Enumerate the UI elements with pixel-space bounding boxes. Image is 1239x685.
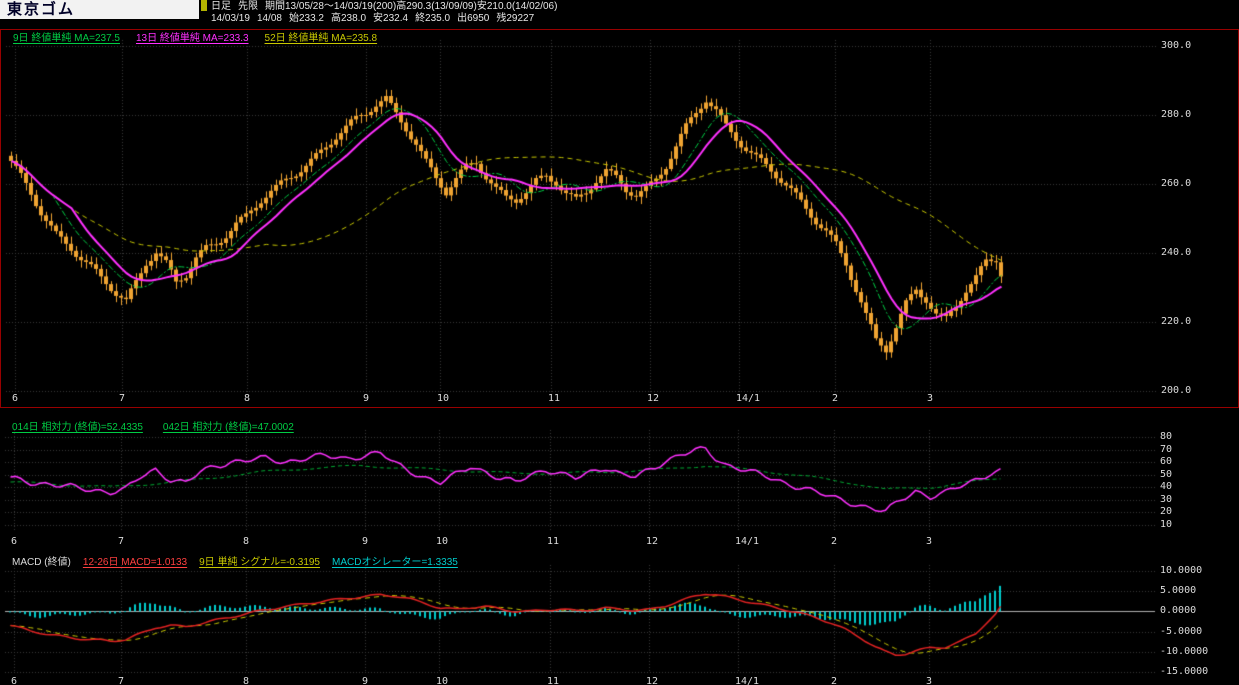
- quote-time: 14/08: [256, 13, 282, 24]
- price-y-tick-label: 280.0: [1161, 109, 1192, 120]
- quote-high: 高238.0: [331, 13, 367, 24]
- rsi-y-tick-label: 70: [1160, 443, 1173, 455]
- price-x-tick-label: 11: [548, 393, 561, 404]
- cursor-marker-icon: [201, 0, 207, 11]
- quote-volume: 出6950: [457, 13, 490, 24]
- macd-y-tick-label: 5.0000: [1160, 585, 1197, 597]
- macd-x-tick-label: 8: [243, 676, 250, 685]
- rsi-x-tick-label: 7: [118, 536, 125, 547]
- macd-value-legend-item[interactable]: 12-26日 MACD=1.0133: [83, 557, 187, 569]
- header-bar: 東京ゴム 日足 先限 期間13/05/28～14/03/19(200)高290.3(…: [0, 0, 1239, 29]
- macd-x-tick-label: 10: [436, 676, 449, 685]
- quote-close: 終235.0: [415, 13, 451, 24]
- period-info-line: 日足 先限 期間13/05/28～14/03/19(200)高290.3(13/09…: [211, 1, 557, 13]
- rsi-42-legend-item[interactable]: 042日 相対力 (終値)=47.0002: [163, 422, 294, 434]
- timeframe-label: 日足: [211, 1, 231, 12]
- rsi-x-tick-label: 12: [646, 536, 659, 547]
- macd-x-tick-label: 9: [362, 676, 369, 685]
- macd-chart-canvas[interactable]: [0, 552, 1239, 685]
- quote-low: 安232.4: [373, 13, 409, 24]
- price-y-tick-label: 300.0: [1161, 40, 1192, 51]
- chart-info-block: 日足 先限 期間13/05/28～14/03/19(200)高290.3(13/09…: [211, 1, 557, 25]
- macd-oscillator-legend-item[interactable]: MACDオシレーター=1.3335: [332, 557, 458, 569]
- price-x-tick-label: 7: [119, 393, 126, 404]
- macd-x-tick-label: 12: [646, 676, 659, 685]
- macd-y-tick-label: -5.0000: [1160, 625, 1203, 637]
- macd-y-tick-label: 0.0000: [1160, 605, 1197, 617]
- price-x-tick-label: 12: [647, 393, 660, 404]
- rsi-y-tick-label: 80: [1160, 431, 1173, 442]
- ma-9-legend-item[interactable]: 9日 終値単純 MA=237.5: [13, 33, 120, 45]
- trading-chart-window: 東京ゴム 日足 先限 期間13/05/28～14/03/19(200)高290.3(…: [0, 0, 1239, 685]
- macd-x-tick-label: 14/1: [735, 676, 760, 685]
- macd-chart-panel: MACD (終値) 12-26日 MACD=1.0133 9日 単純 シグナル=…: [0, 552, 1239, 685]
- macd-x-tick-label: 3: [926, 676, 933, 685]
- rsi-x-tick-label: 10: [436, 536, 449, 547]
- price-y-tick-label: 260.0: [1161, 178, 1192, 189]
- ma-13-legend-item[interactable]: 13日 終値単純 MA=233.3: [136, 33, 249, 45]
- price-x-tick-label: 14/1: [736, 393, 761, 404]
- price-y-tick-label: 200.0: [1161, 385, 1192, 396]
- quote-open-interest: 残29227: [496, 13, 535, 24]
- rsi-y-tick-label: 40: [1160, 481, 1173, 492]
- rsi-x-tick-label: 3: [926, 536, 933, 547]
- macd-x-tick-label: 6: [11, 676, 18, 685]
- rsi-x-tick-label: 11: [547, 536, 560, 547]
- price-x-tick-label: 9: [363, 393, 370, 404]
- period-high: 高290.3(13/09/09): [396, 1, 477, 12]
- ma-52-legend-item[interactable]: 52日 終値単純 MA=235.8: [265, 33, 378, 45]
- macd-legend: MACD (終値) 12-26日 MACD=1.0133 9日 単純 シグナル=…: [12, 557, 458, 569]
- price-x-tick-label: 6: [12, 393, 19, 404]
- rsi-y-tick-label: 30: [1160, 493, 1173, 505]
- period-range: 期間13/05/28～14/03/19(200): [265, 1, 397, 12]
- price-y-tick-label: 220.0: [1161, 316, 1192, 327]
- rsi-x-tick-label: 14/1: [735, 536, 760, 547]
- macd-x-tick-label: 11: [547, 676, 560, 685]
- rsi-x-tick-label: 2: [831, 536, 838, 547]
- macd-y-tick-label: 10.0000: [1160, 565, 1203, 576]
- price-x-tick-label: 3: [927, 393, 934, 404]
- price-ma-legend: 9日 終値単純 MA=237.5 13日 終値単純 MA=233.3 52日 終…: [13, 33, 377, 45]
- rsi-y-tick-label: 50: [1160, 468, 1173, 480]
- rsi-y-tick-label: 20: [1160, 506, 1173, 517]
- instrument-title-box: 東京ゴム: [0, 0, 199, 19]
- quote-open: 始233.2: [288, 13, 324, 24]
- rsi-y-tick-label: 60: [1160, 456, 1173, 467]
- macd-title-legend-item: MACD (終値): [12, 557, 71, 568]
- price-x-tick-label: 8: [244, 393, 251, 404]
- price-chart-panel: 9日 終値単純 MA=237.5 13日 終値単純 MA=233.3 52日 終…: [0, 29, 1239, 408]
- price-chart-canvas[interactable]: [1, 30, 1236, 407]
- price-x-tick-label: 2: [832, 393, 839, 404]
- rsi-x-tick-label: 8: [243, 536, 250, 547]
- contract-label: 先限: [238, 1, 258, 12]
- rsi-legend: 014日 相対力 (終値)=52.4335 042日 相対力 (終値)=47.0…: [12, 422, 294, 434]
- quote-line: 14/03/19 14/08 始233.2 高238.0 安232.4 終235.0 出69…: [211, 13, 557, 25]
- macd-y-tick-label: -15.0000: [1160, 666, 1209, 677]
- price-y-tick-label: 240.0: [1161, 247, 1192, 258]
- rsi-y-tick-label: 10: [1160, 518, 1173, 530]
- rsi-x-tick-label: 6: [11, 536, 18, 547]
- macd-x-tick-label: 2: [831, 676, 838, 685]
- macd-x-tick-label: 7: [118, 676, 125, 685]
- quote-date: 14/03/19: [211, 13, 250, 24]
- rsi-14-legend-item[interactable]: 014日 相対力 (終値)=52.4335: [12, 422, 143, 434]
- macd-signal-legend-item[interactable]: 9日 単純 シグナル=-0.3195: [199, 557, 320, 569]
- price-x-tick-label: 10: [437, 393, 450, 404]
- instrument-name: 東京ゴム: [7, 1, 76, 18]
- rsi-chart-panel: 014日 相対力 (終値)=52.4335 042日 相対力 (終値)=47.0…: [0, 410, 1239, 552]
- rsi-x-tick-label: 9: [362, 536, 369, 547]
- macd-y-tick-label: -10.0000: [1160, 645, 1209, 657]
- period-low: 安210.0(14/02/06): [476, 1, 558, 12]
